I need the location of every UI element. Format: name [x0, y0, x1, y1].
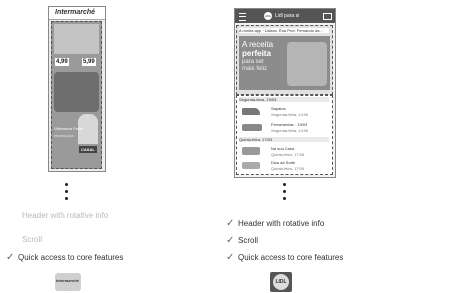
shoe-icon: [242, 108, 260, 115]
feature-item: ✓ Header with rotative info: [226, 218, 324, 229]
hamburger-menu-icon[interactable]: [239, 13, 246, 21]
check-icon: ✓: [226, 235, 235, 246]
hero-banner[interactable]: A receita perfeita para ser mais feliz: [239, 36, 330, 90]
flyer-title: Vilamoura Festa: [54, 126, 84, 131]
list-item-title: Ferramentas · 19/03: [271, 122, 308, 127]
list-item-title: Dica da Sorte: [271, 160, 296, 165]
section-header: Segunda-feira, 19/03: [239, 97, 329, 102]
more-content-dots: [281, 183, 287, 204]
hero-title-line: para ser: [242, 59, 265, 65]
feature-label: Header with rotative info: [22, 211, 109, 220]
list-item-subtitle: Segunda-feira, 14:05: [271, 128, 309, 133]
check-icon: ✓: [226, 218, 235, 229]
intermarche-app-logo: Intermarché: [55, 273, 81, 291]
app-bar: LIDL Lidl para si: [235, 9, 335, 23]
feature-label: Scroll: [22, 235, 43, 244]
feature-item: Scroll: [10, 235, 42, 244]
app-bar-title: Lidl para si: [275, 13, 300, 19]
flyer-price-tag: 5,99: [82, 58, 96, 66]
feature-item: ✓ Quick access to core features: [226, 252, 343, 263]
check-icon: ✓: [6, 252, 15, 263]
right-phone-screenshot: LIDL Lidl para si A minha app · Lisboa, …: [234, 8, 336, 178]
left-phone-screenshot: Intermarché 4,99 5,99 Vilamoura Festa PR…: [48, 6, 106, 172]
list-item-title: Sapatos: [271, 106, 286, 111]
list-item-subtitle: Segunda-feira, 14:05: [271, 112, 309, 117]
list-item[interactable]: Na sua Casa Quinta-feira, 17:05: [239, 144, 329, 158]
feature-item: Header with rotative info: [10, 211, 108, 220]
feature-item: ✓ Quick access to core features: [6, 252, 123, 263]
hero-image: [287, 42, 327, 86]
more-content-dots: [63, 183, 69, 204]
location-banner[interactable]: A minha app · Lisboa, Rua Prof. Fernando…: [239, 28, 329, 33]
lidl-logo-icon: LIDL: [264, 12, 272, 20]
list-item-title: Na sua Casa: [271, 146, 295, 151]
feature-label: Quick access to core features: [18, 253, 124, 262]
list-item[interactable]: Dica da Sorte Quinta-feira, 17:05: [239, 159, 329, 172]
lidl-app-logo: LIDL: [270, 272, 292, 292]
flyer-price-tag: 4,99: [55, 58, 69, 66]
hero-title-line: perfeita: [242, 49, 271, 58]
check-icon: ✓: [226, 252, 235, 263]
flyer-subtitle: PROMOÇÕES: [54, 134, 74, 138]
rotative-header[interactable]: A minha app · Lisboa, Rua Prof. Fernando…: [236, 25, 333, 95]
feature-label: Header with rotative info: [238, 219, 325, 228]
list-item[interactable]: Sapatos Segunda-feira, 14:05: [239, 104, 329, 119]
cart-icon[interactable]: [323, 13, 332, 20]
flyer-image-top: [54, 24, 99, 54]
flyer-image-middle: [54, 72, 99, 112]
hero-title-line: mais feliz: [242, 66, 268, 72]
tag-icon: [242, 162, 260, 169]
list-item-subtitle: Quinta-feira, 17:05: [271, 152, 305, 157]
feature-label: Scroll: [238, 236, 259, 245]
flyer-content-area[interactable]: 4,99 5,99 Vilamoura Festa PROMOÇÕES CASA…: [51, 21, 102, 169]
scroll-feed[interactable]: Segunda-feira, 19/03 Sapatos Segunda-fei…: [236, 95, 333, 175]
tool-icon: [242, 124, 262, 131]
list-item[interactable]: Ferramentas · 19/03 Segunda-feira, 14:05: [239, 120, 329, 135]
feature-label: Quick access to core features: [238, 253, 344, 262]
flyer-badge: CASAL: [79, 146, 97, 153]
left-header-bar: Intermarché: [49, 7, 105, 20]
feature-item: ✓ Scroll: [226, 235, 258, 246]
list-item-subtitle: Quinta-feira, 17:05: [271, 166, 305, 171]
hero-title-line: A receita: [242, 40, 274, 49]
section-header: Quinta-feira, 17/03: [239, 137, 329, 142]
home-product-icon: [242, 147, 260, 155]
intermarche-logo: Intermarché: [55, 9, 96, 16]
